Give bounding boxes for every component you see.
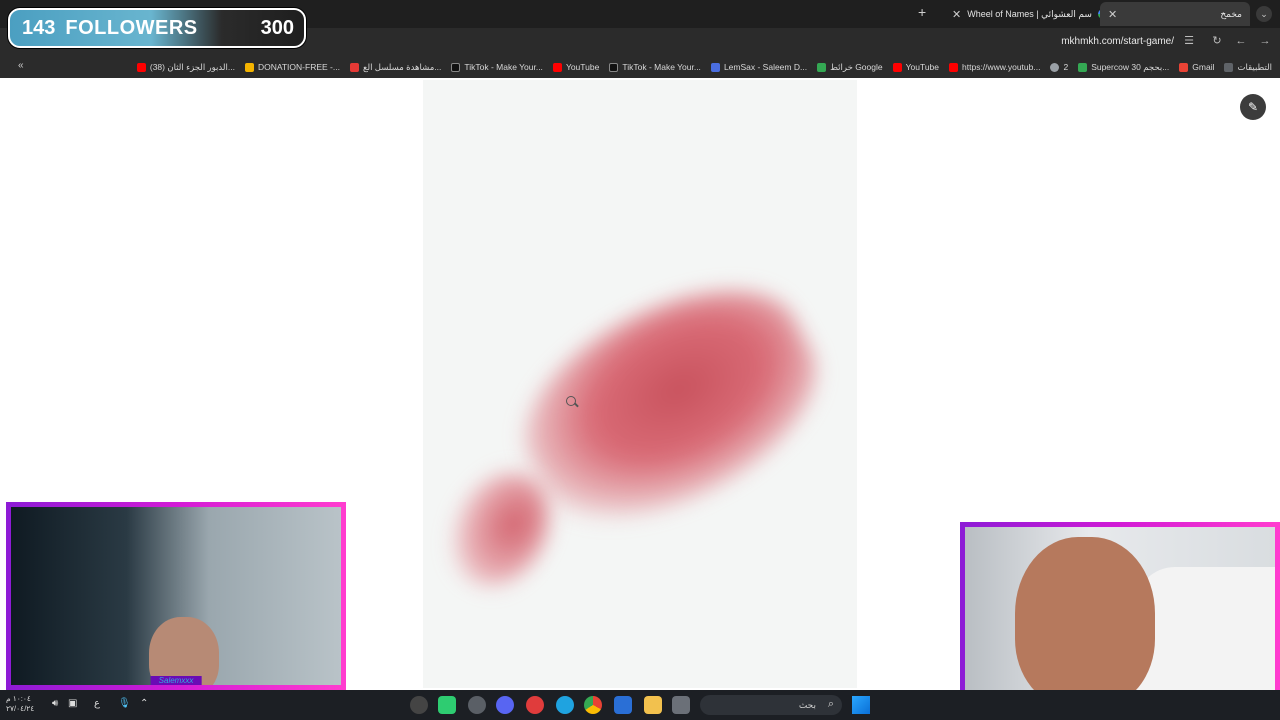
bookmark-item[interactable]: LemSax - Saleem D... bbox=[710, 62, 807, 72]
youtube-icon bbox=[136, 62, 146, 72]
forward-icon[interactable]: ← bbox=[1234, 34, 1248, 48]
network-icon[interactable]: ▣ bbox=[68, 698, 77, 709]
url-text[interactable]: mkhmkh.com/start-game/ bbox=[1061, 36, 1174, 47]
customize-icon[interactable]: ☰ bbox=[1182, 34, 1196, 48]
youtube-icon bbox=[892, 62, 902, 72]
keyboard-language[interactable]: ع bbox=[94, 698, 100, 709]
taskbar-search[interactable]: بحث ⌕ bbox=[700, 695, 842, 715]
bookmarks-bar: التطبيقات Gmail Supercow بحجم 30... 2 ht… bbox=[0, 56, 1280, 78]
search-app-icon[interactable] bbox=[468, 696, 486, 714]
webcam-signature: Salemxxx bbox=[150, 676, 202, 685]
tray-expand-icon[interactable]: ⌃ bbox=[140, 698, 148, 709]
bookmark-item[interactable]: YouTube bbox=[892, 62, 939, 72]
new-tab-button[interactable]: + bbox=[918, 4, 926, 20]
bookmark-item[interactable]: Gmail bbox=[1179, 62, 1214, 72]
streamer-face bbox=[1015, 537, 1155, 707]
bookmarks-overflow-icon[interactable]: « bbox=[18, 60, 24, 71]
app-icon[interactable] bbox=[438, 696, 456, 714]
globe-icon bbox=[1050, 62, 1060, 72]
file-explorer-icon[interactable] bbox=[644, 696, 662, 714]
zoom-cursor-icon bbox=[566, 396, 576, 406]
apps-grid-icon bbox=[1224, 62, 1234, 72]
windows-start-icon[interactable] bbox=[852, 696, 870, 714]
volume-icon[interactable]: 🔊︎ bbox=[52, 698, 58, 709]
tab-label: مخمخ bbox=[1220, 8, 1242, 19]
microphone-icon[interactable]: 🎙︎ bbox=[118, 698, 131, 709]
bookmark-item[interactable]: (38) الدبور الجزء الثان... bbox=[136, 62, 235, 73]
task-view-icon[interactable] bbox=[672, 696, 690, 714]
bookmark-item[interactable]: Supercow بحجم 30... bbox=[1078, 62, 1169, 73]
obs-icon[interactable] bbox=[410, 696, 428, 714]
tab-search-icon[interactable]: ⌄ bbox=[1256, 6, 1272, 22]
tab-label: Wheel of Names | سم العشوائي bbox=[967, 8, 1092, 19]
chrome-icon[interactable] bbox=[584, 696, 602, 714]
gmail-icon bbox=[1179, 62, 1189, 72]
youtube-icon bbox=[552, 62, 562, 72]
clock[interactable]: ١٠:٠٤ م ٢٧/٠٤/٢٤ bbox=[6, 694, 34, 714]
search-icon: ⌕ bbox=[827, 698, 834, 710]
webcam-left: Salemxxx bbox=[6, 502, 346, 690]
pin-extension-icon[interactable]: ✎ bbox=[1240, 94, 1266, 120]
bookmark-item[interactable]: 2 bbox=[1050, 62, 1068, 72]
discord-icon[interactable] bbox=[496, 696, 514, 714]
taskbar: ١٠:٠٤ م ٢٧/٠٤/٢٤ 🔊︎ ▣ ع 🎙︎ ⌃ بحث ⌕ bbox=[0, 690, 1280, 720]
tab-wheel-of-names[interactable]: ✕ Wheel of Names | سم العشوائي bbox=[944, 2, 1116, 26]
tiktok-icon bbox=[451, 62, 461, 72]
maps-pin-icon bbox=[817, 62, 827, 72]
bookmark-item[interactable]: https://www.youtub... bbox=[949, 62, 1040, 72]
bookmark-item[interactable]: DONATION-FREE -... bbox=[244, 62, 340, 72]
bookmark-item[interactable]: TikTok - Make Your... bbox=[451, 62, 543, 72]
bookmark-favicon-icon bbox=[244, 62, 254, 72]
screen: + ✕ Wheel of Names | سم العشوائي ✕ مخمخ … bbox=[0, 0, 1280, 720]
followers-label: FOLLOWERS bbox=[65, 16, 198, 39]
back-icon[interactable]: → bbox=[1258, 34, 1272, 48]
bookmark-favicon-icon bbox=[710, 62, 720, 72]
bookmark-favicon-icon bbox=[1078, 62, 1088, 72]
followers-count: 143 bbox=[22, 16, 56, 39]
tab-close-icon[interactable]: ✕ bbox=[1108, 8, 1117, 21]
tab-mkhmkh[interactable]: ✕ مخمخ bbox=[1100, 2, 1250, 26]
bookmark-item[interactable]: التطبيقات bbox=[1224, 62, 1272, 73]
heart-icon bbox=[349, 62, 359, 72]
followers-goal-widget: 143 FOLLOWERS 300 bbox=[8, 8, 306, 48]
bookmark-item[interactable]: TikTok - Make Your... bbox=[609, 62, 701, 72]
youtube-icon bbox=[949, 62, 959, 72]
tab-close-icon[interactable]: ✕ bbox=[952, 8, 961, 21]
edge-icon[interactable] bbox=[556, 696, 574, 714]
store-icon[interactable] bbox=[614, 696, 632, 714]
tiktok-icon bbox=[609, 62, 619, 72]
bookmark-item[interactable]: خرائط Google bbox=[817, 62, 883, 73]
vpn-icon[interactable] bbox=[526, 696, 544, 714]
bookmark-item[interactable]: YouTube bbox=[552, 62, 599, 72]
followers-goal: 300 bbox=[260, 16, 294, 39]
bookmark-item[interactable]: مشاهدة مسلسل الع... bbox=[349, 62, 441, 73]
reload-icon[interactable]: ↻ bbox=[1210, 34, 1224, 48]
